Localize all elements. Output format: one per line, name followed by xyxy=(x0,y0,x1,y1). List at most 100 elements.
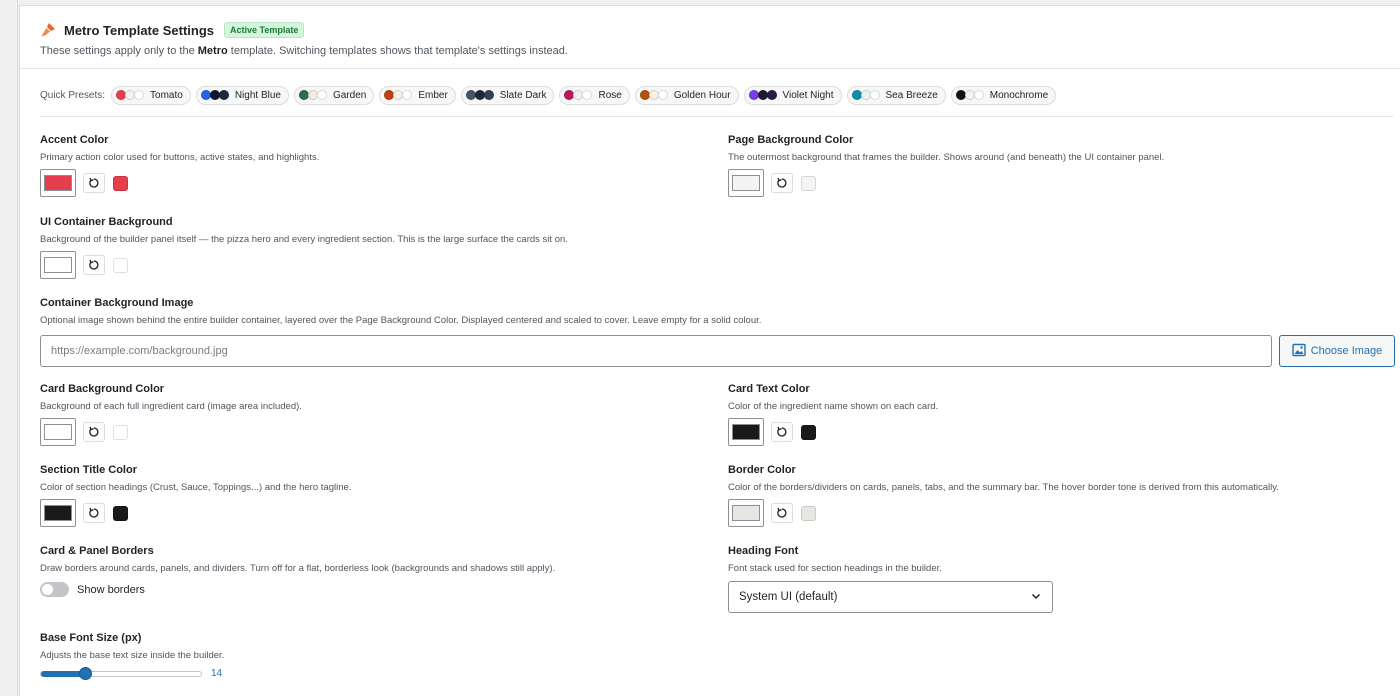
field-label: Card Text Color xyxy=(728,383,810,395)
page-background-color-swatch xyxy=(801,175,816,191)
preset-chip-label: Tomato xyxy=(150,89,183,101)
preset-chip-label: Slate Dark xyxy=(499,89,547,101)
accent-color-picker[interactable] xyxy=(40,169,76,197)
preset-chip-rose[interactable]: Rose xyxy=(559,85,630,105)
admin-sidebar-edge xyxy=(0,0,18,696)
field-description: Adjusts the base text size inside the bu… xyxy=(40,650,225,661)
field-description: Background of the builder panel itself —… xyxy=(40,234,568,245)
preset-chip-monochrome[interactable]: Monochrome xyxy=(950,85,1057,105)
slider-thumb[interactable] xyxy=(78,666,92,680)
field-label: Page Background Color xyxy=(728,134,854,146)
preset-chip-tomato[interactable]: Tomato xyxy=(111,85,191,105)
reset-icon[interactable] xyxy=(771,173,793,193)
border-color-swatch xyxy=(801,505,816,521)
background-image-url-input[interactable]: https://example.com/background.jpg xyxy=(40,335,1272,367)
field-description: Font stack used for section headings in … xyxy=(728,563,942,574)
reset-icon[interactable] xyxy=(83,173,105,193)
accent-color-swatch xyxy=(113,175,128,191)
preset-color-dot xyxy=(134,90,145,100)
settings-panel: Metro Template Settings Active Template … xyxy=(19,5,1400,696)
choose-image-label: Choose Image xyxy=(1310,345,1383,357)
field-label: Base Font Size (px) xyxy=(40,632,142,644)
field-label: Card Background Color xyxy=(40,383,165,395)
heading-font-field: Heading Font Font stack used for section… xyxy=(728,545,1053,613)
preset-color-dot xyxy=(483,90,494,100)
page-background-color-picker[interactable] xyxy=(728,169,764,197)
border-color-picker[interactable] xyxy=(728,499,764,527)
section-title-color-picker[interactable] xyxy=(40,499,76,527)
preset-chip-label: Sea Breeze xyxy=(885,89,938,101)
reset-icon[interactable] xyxy=(771,503,793,523)
image-icon xyxy=(1292,343,1306,360)
preset-chip-label: Ember xyxy=(418,89,448,101)
base-font-size-field: Base Font Size (px) Adjusts the base tex… xyxy=(40,632,225,680)
field-label: Heading Font xyxy=(728,545,799,557)
field-description: Color of the borders/dividers on cards, … xyxy=(728,482,1279,493)
preset-chip-golden-hour[interactable]: Golden Hour xyxy=(634,85,739,105)
preset-chip-sea-breeze[interactable]: Sea Breeze xyxy=(846,85,946,105)
card-text-color-swatch xyxy=(801,424,816,440)
active-template-badge: Active Template xyxy=(224,22,305,38)
page-subtitle: These settings apply only to the Metro t… xyxy=(40,45,568,57)
preset-chip-label: Garden xyxy=(332,89,367,101)
card-text-color-picker[interactable] xyxy=(728,418,764,446)
preset-color-dot xyxy=(657,90,668,100)
reset-icon[interactable] xyxy=(83,255,105,275)
presets-divider xyxy=(40,116,1394,117)
ui-container-background-field: UI Container Background Background of th… xyxy=(40,216,568,279)
section-title-color-swatch xyxy=(113,505,128,521)
quick-presets: Quick Presets: Tomato Night Blue Garden Emb… xyxy=(40,85,1061,105)
show-borders-toggle[interactable] xyxy=(40,582,69,597)
card-background-color-picker[interactable] xyxy=(40,418,76,446)
reset-icon[interactable] xyxy=(83,422,105,442)
field-label: Border Color xyxy=(728,464,796,476)
field-label: Accent Color xyxy=(40,134,109,146)
field-label: Container Background Image xyxy=(40,297,194,309)
preset-chip-slate-dark[interactable]: Slate Dark xyxy=(460,85,555,105)
chevron-down-icon xyxy=(1030,590,1042,605)
preset-chip-garden[interactable]: Garden xyxy=(293,85,375,105)
choose-image-button[interactable]: Choose Image xyxy=(1279,335,1395,367)
preset-chip-label: Night Blue xyxy=(234,89,281,101)
field-description: The outermost background that frames the… xyxy=(728,152,1165,163)
field-description: Draw borders around cards, panels, and d… xyxy=(40,563,556,574)
heading-font-value: System UI (default) xyxy=(739,591,838,603)
preset-chip-label: Rose xyxy=(598,89,622,101)
ui-container-background-swatch xyxy=(113,257,128,273)
ui-container-background-picker[interactable] xyxy=(40,251,76,279)
field-label: UI Container Background xyxy=(40,216,173,228)
card-text-color-field: Card Text Color Color of the ingredient … xyxy=(728,383,938,446)
field-description: Color of the ingredient name shown on ea… xyxy=(728,401,939,412)
preset-color-dot xyxy=(218,90,229,100)
heading-font-select[interactable]: System UI (default) xyxy=(728,581,1053,613)
font-size-slider[interactable] xyxy=(40,666,202,680)
preset-chip-violet-night[interactable]: Violet Night xyxy=(743,85,842,105)
paintbrush-icon xyxy=(40,22,56,38)
font-size-value: 14 xyxy=(211,668,223,679)
header-divider xyxy=(20,68,1400,69)
section-title-color-field: Section Title Color Color of section hea… xyxy=(40,464,351,527)
container-background-image-field: Container Background Image Optional imag… xyxy=(40,297,761,326)
reset-icon[interactable] xyxy=(771,422,793,442)
field-description: Optional image shown behind the entire b… xyxy=(40,315,762,326)
accent-color-field: Accent Color Primary action color used f… xyxy=(40,134,319,197)
preset-color-dot xyxy=(766,90,777,100)
preset-chip-ember[interactable]: Ember xyxy=(379,85,456,105)
quick-presets-label: Quick Presets: xyxy=(40,89,106,101)
preset-color-dot xyxy=(582,90,593,100)
preset-color-dot xyxy=(402,90,413,100)
field-label: Card & Panel Borders xyxy=(40,545,154,557)
page-background-color-field: Page Background Color The outermost back… xyxy=(728,134,1164,197)
card-background-color-swatch xyxy=(113,424,128,440)
field-label: Section Title Color xyxy=(40,464,137,476)
preset-color-dot xyxy=(316,90,327,100)
preset-chip-label: Violet Night xyxy=(782,89,834,101)
field-description: Color of section headings (Crust, Sauce,… xyxy=(40,482,352,493)
preset-color-dot xyxy=(973,90,984,100)
preset-chip-label: Monochrome xyxy=(989,89,1049,101)
page-title: Metro Template Settings xyxy=(64,22,215,38)
preset-color-dot xyxy=(869,90,880,100)
reset-icon[interactable] xyxy=(83,503,105,523)
preset-chip-night-blue[interactable]: Night Blue xyxy=(195,85,289,105)
border-color-field: Border Color Color of the borders/divide… xyxy=(728,464,1279,527)
